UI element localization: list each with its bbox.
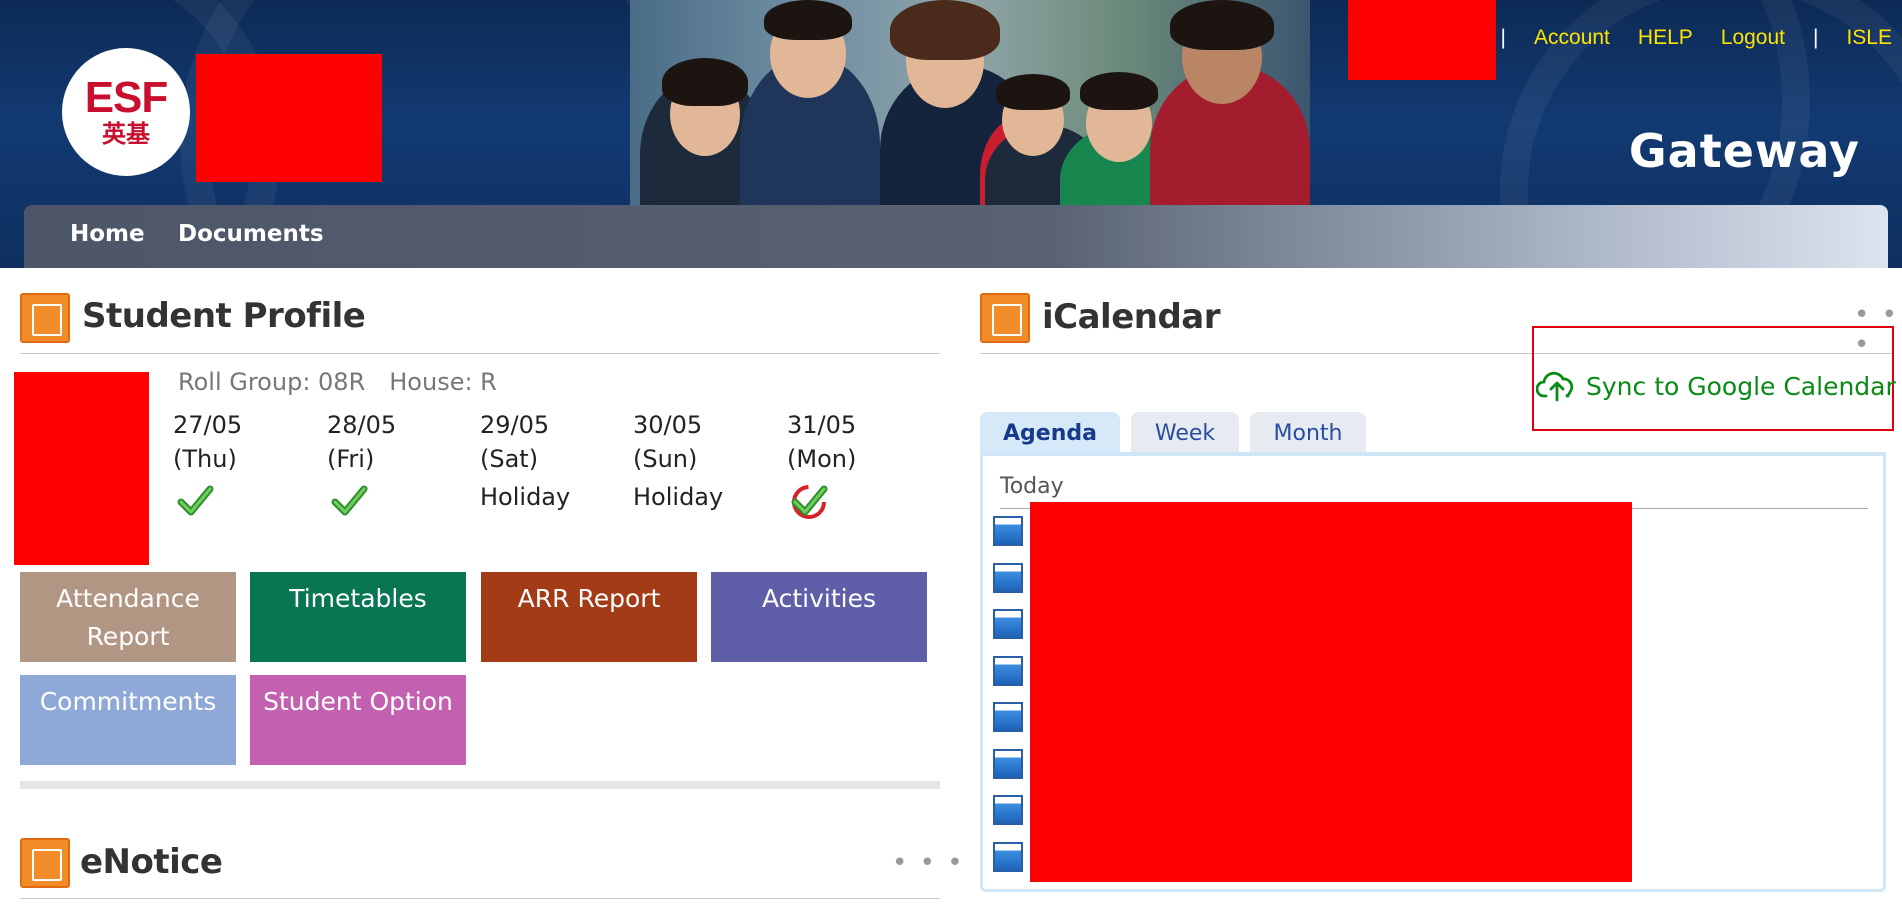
redacted-agenda-events xyxy=(1030,502,1632,882)
day-weekday: (Fri) xyxy=(327,445,375,473)
logo-chinese-text: 英基 xyxy=(102,120,150,148)
roll-group-label: Roll Group: 08R xyxy=(178,368,366,396)
tab-month[interactable]: Month xyxy=(1250,412,1366,454)
cloud-upload-icon xyxy=(1536,371,1574,402)
section-divider xyxy=(20,898,940,899)
logo-text: ESF xyxy=(84,73,169,122)
holiday-label: Holiday xyxy=(480,483,571,511)
today-check-icon xyxy=(789,480,927,520)
day-date: 27/05 xyxy=(173,411,243,439)
redacted-user-name xyxy=(1348,0,1496,80)
tile-attendance-report[interactable]: Attendance Report xyxy=(20,572,236,662)
tab-week[interactable]: Week xyxy=(1131,412,1239,454)
day-weekday: (Mon) xyxy=(787,445,857,473)
main-nav: Home Documents xyxy=(24,205,1888,268)
account-link[interactable]: Account xyxy=(1534,26,1610,50)
today-label: Today xyxy=(1000,474,1064,499)
present-check-icon xyxy=(175,480,313,520)
isle-link[interactable]: ISLE xyxy=(1846,26,1892,50)
present-check-icon xyxy=(329,480,467,520)
attendance-day: 29/05 (Sat) Holiday xyxy=(480,408,620,520)
top-links: | Account HELP Logout | ISLE xyxy=(1501,26,1892,50)
agenda-event-icon[interactable] xyxy=(993,562,1023,593)
sync-google-calendar-link[interactable]: Sync to Google Calendar xyxy=(1536,370,1896,402)
day-date: 31/05 xyxy=(787,411,857,439)
enotice-title: eNotice xyxy=(80,842,223,882)
link-separator: | xyxy=(1813,26,1819,49)
redacted-school-name xyxy=(196,54,382,182)
agenda-event-icon[interactable] xyxy=(993,795,1023,825)
nav-item-home[interactable]: Home xyxy=(70,221,145,247)
roll-group-line: Roll Group: 08R House: R xyxy=(178,368,497,396)
banner-photo xyxy=(630,0,1310,205)
house-label: House: R xyxy=(389,368,497,396)
agenda-event-icon[interactable] xyxy=(993,748,1023,779)
enotice-icon xyxy=(20,838,70,888)
redacted-student-photo xyxy=(14,372,149,565)
agenda-event-icon[interactable] xyxy=(993,516,1023,546)
agenda-event-icon[interactable] xyxy=(993,609,1023,639)
day-date: 28/05 xyxy=(327,411,397,439)
nav-item-documents[interactable]: Documents xyxy=(178,221,324,247)
tab-agenda[interactable]: Agenda xyxy=(980,412,1120,454)
portal-title: Gateway xyxy=(1628,124,1860,178)
section-separator-bar xyxy=(20,781,940,789)
help-link[interactable]: HELP xyxy=(1638,26,1693,50)
agenda-event-icon[interactable] xyxy=(993,841,1023,872)
attendance-day: 28/05 (Fri) xyxy=(327,408,467,520)
logout-link[interactable]: Logout xyxy=(1721,26,1785,50)
agenda-event-icon[interactable] xyxy=(993,655,1023,686)
day-weekday: (Sat) xyxy=(480,445,539,473)
attendance-day: 27/05 (Thu) xyxy=(173,408,313,520)
agenda-event-icon[interactable] xyxy=(993,702,1023,732)
tile-arr-report[interactable]: ARR Report xyxy=(481,572,697,662)
tile-commitments[interactable]: Commitments xyxy=(20,675,236,765)
enotice-more-menu[interactable]: • • • xyxy=(892,848,965,878)
student-profile-icon xyxy=(20,293,70,343)
section-divider xyxy=(20,353,940,354)
day-weekday: (Thu) xyxy=(173,445,237,473)
attendance-day: 31/05 (Mon) xyxy=(787,408,927,520)
esf-logo[interactable]: ESF 英基 xyxy=(62,48,190,176)
day-date: 30/05 xyxy=(633,411,703,439)
day-weekday: (Sun) xyxy=(633,445,698,473)
attendance-day: 30/05 (Sun) Holiday xyxy=(633,408,773,520)
icalendar-title: iCalendar xyxy=(1042,297,1221,337)
tile-timetables[interactable]: Timetables xyxy=(250,572,466,662)
tile-student-option[interactable]: Student Option xyxy=(250,675,466,765)
student-profile-title: Student Profile xyxy=(82,296,366,336)
holiday-label: Holiday xyxy=(633,483,724,511)
sync-label: Sync to Google Calendar xyxy=(1586,371,1896,401)
calendar-icon xyxy=(980,293,1030,343)
tile-activities[interactable]: Activities xyxy=(711,572,927,662)
link-separator: | xyxy=(1500,26,1507,49)
day-date: 29/05 xyxy=(480,411,550,439)
